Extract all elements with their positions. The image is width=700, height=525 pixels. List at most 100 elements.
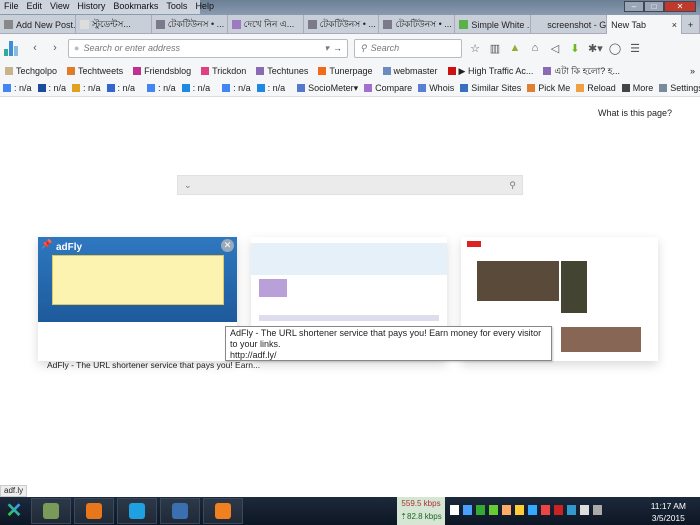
tray-icon[interactable] bbox=[450, 505, 459, 515]
taskbar-app-button[interactable] bbox=[160, 498, 200, 524]
start-button-icon[interactable]: ✕ bbox=[0, 497, 28, 525]
send-icon[interactable]: ◁ bbox=[548, 42, 562, 55]
search-bar[interactable]: ⚲ Search bbox=[354, 38, 462, 58]
menu-bookmarks[interactable]: Bookmarks bbox=[113, 1, 158, 13]
addon-item[interactable]: SocioMeter▾ bbox=[297, 83, 358, 94]
reading-list-icon[interactable]: ▥ bbox=[488, 42, 502, 55]
forward-icon[interactable]: › bbox=[48, 42, 62, 54]
tab[interactable]: টেকটিউনস • ... bbox=[379, 15, 456, 34]
addon-item[interactable]: : n/a bbox=[147, 83, 176, 93]
clock[interactable]: 11:17 AM 3/5/2015 bbox=[651, 500, 686, 524]
bookmark-label: এটা কি হলো? হ... bbox=[554, 65, 620, 76]
extension-icon[interactable]: ▲ bbox=[508, 42, 522, 54]
addon-item[interactable]: : n/a bbox=[106, 83, 135, 93]
tab[interactable]: স্টুডেন্টস... bbox=[76, 15, 152, 34]
tray-icon[interactable] bbox=[541, 505, 550, 515]
close-tile-icon[interactable]: ✕ bbox=[221, 239, 234, 252]
what-is-this-page-link[interactable]: What is this page? bbox=[598, 108, 672, 118]
taskbar-app-button[interactable] bbox=[117, 498, 157, 524]
bookmark-item[interactable]: ▶ High Traffic Ac... bbox=[447, 66, 533, 77]
url-bar[interactable]: ● Search or enter address ▾ → bbox=[68, 38, 348, 58]
new-tab-button[interactable]: + bbox=[682, 15, 700, 34]
tab[interactable]: টেকটিউনস • ... bbox=[304, 15, 380, 34]
bookmark-item[interactable]: webmaster bbox=[382, 66, 438, 76]
close-tab-icon[interactable]: × bbox=[672, 20, 677, 30]
tray-icon[interactable] bbox=[580, 505, 589, 515]
tab[interactable]: টেকটিউনস • ... bbox=[152, 15, 228, 34]
bookmark-item[interactable]: Techtunes bbox=[256, 66, 308, 76]
tray-icon[interactable] bbox=[515, 505, 524, 515]
bookmark-item[interactable]: Techtweets bbox=[67, 66, 123, 76]
search-icon[interactable]: ⚲ bbox=[509, 180, 516, 191]
taskbar-app-button[interactable] bbox=[74, 498, 114, 524]
pin-icon[interactable]: 📌 bbox=[41, 239, 52, 250]
addon-label: : n/a bbox=[14, 83, 32, 93]
bookmark-favicon-icon bbox=[382, 67, 391, 75]
bookmark-item[interactable]: Techgolpo bbox=[5, 66, 57, 76]
bookmark-item[interactable]: Tunerpage bbox=[318, 66, 373, 76]
addon-item[interactable]: : n/a bbox=[222, 83, 251, 93]
addon-item[interactable]: : n/a bbox=[3, 83, 32, 93]
chat-icon[interactable]: ◯ bbox=[608, 42, 622, 55]
top-site-tile-adfly[interactable]: adFly 📌 ✕ bbox=[38, 237, 237, 361]
bookmark-item[interactable]: এটা কি হলো? হ... bbox=[543, 64, 620, 79]
addon-icon bbox=[72, 84, 81, 92]
taskbar-app-button[interactable] bbox=[203, 498, 243, 524]
home-icon[interactable]: ⌂ bbox=[528, 42, 542, 54]
addon-item[interactable]: Whois bbox=[418, 83, 454, 93]
addon-item[interactable]: Pick Me bbox=[527, 83, 570, 93]
maximize-button[interactable]: □ bbox=[644, 1, 664, 12]
bookmark-star-icon[interactable]: ☆ bbox=[468, 42, 482, 55]
addon-item[interactable]: : n/a bbox=[72, 83, 101, 93]
menu-file[interactable]: File bbox=[4, 1, 19, 13]
addon-item[interactable]: Similar Sites bbox=[460, 83, 521, 93]
tray-icon[interactable] bbox=[567, 505, 576, 515]
tab[interactable]: screenshot - Go... bbox=[531, 15, 608, 34]
tab[interactable]: Add New Post... bbox=[0, 15, 76, 34]
addon-icon[interactable]: ✱▾ bbox=[588, 42, 603, 55]
addon-item[interactable]: Compare bbox=[364, 83, 412, 93]
addon-item[interactable]: More bbox=[621, 83, 653, 93]
tray-icon[interactable] bbox=[463, 505, 472, 515]
menu-help[interactable]: Help bbox=[195, 1, 214, 13]
tab-new-tab[interactable]: New Tab × bbox=[607, 15, 683, 34]
addon-item[interactable]: Settings bbox=[659, 83, 700, 93]
menu-tools[interactable]: Tools bbox=[166, 1, 187, 13]
menu-history[interactable]: History bbox=[77, 1, 105, 13]
taskbar-app-button[interactable] bbox=[31, 498, 71, 524]
bookmark-item[interactable]: Friendsblog bbox=[133, 66, 191, 76]
back-icon[interactable]: ‹ bbox=[28, 42, 42, 54]
search-engine-dropdown-icon[interactable]: ⌄ bbox=[184, 180, 192, 191]
url-input[interactable]: Search or enter address bbox=[83, 43, 320, 53]
addon-item[interactable]: Reload bbox=[576, 83, 616, 93]
bookmarks-overflow-icon[interactable]: » bbox=[690, 66, 695, 76]
search-input[interactable]: Search bbox=[371, 43, 400, 53]
tray-icon[interactable] bbox=[489, 505, 498, 515]
bookmark-item[interactable]: Trickdon bbox=[201, 66, 246, 76]
menu-view[interactable]: View bbox=[50, 1, 69, 13]
dropdown-icon[interactable]: ▾ bbox=[324, 43, 329, 54]
addon-item[interactable]: : n/a bbox=[37, 83, 66, 93]
tab[interactable]: দেখে নিন এ... bbox=[228, 15, 304, 34]
tray-icon[interactable] bbox=[476, 505, 485, 515]
addon-label: Settings bbox=[670, 83, 700, 93]
favicon-icon bbox=[383, 20, 393, 29]
addon-label: Reload bbox=[587, 83, 616, 93]
tray-icon[interactable] bbox=[554, 505, 563, 515]
tray-icon[interactable] bbox=[502, 505, 511, 515]
app-icon bbox=[172, 503, 188, 519]
tray-icon[interactable] bbox=[528, 505, 537, 515]
tab-label: টেকটিউনস • ... bbox=[167, 19, 225, 29]
addon-item[interactable]: : n/a bbox=[256, 83, 285, 93]
download-icon[interactable]: ⬇ bbox=[568, 42, 582, 55]
status-bar: adf.ly bbox=[0, 485, 28, 497]
menu-edit[interactable]: Edit bbox=[27, 1, 43, 13]
close-window-button[interactable]: ✕ bbox=[664, 1, 696, 12]
minimize-button[interactable]: – bbox=[624, 1, 644, 12]
tab[interactable]: Simple White ... bbox=[455, 15, 532, 34]
tray-icon[interactable] bbox=[593, 505, 602, 515]
go-arrow-icon[interactable]: → bbox=[333, 43, 342, 53]
menu-icon[interactable]: ☰ bbox=[628, 42, 642, 55]
new-tab-search-box[interactable]: ⌄ ⚲ bbox=[177, 175, 523, 195]
addon-item[interactable]: : n/a bbox=[181, 83, 210, 93]
